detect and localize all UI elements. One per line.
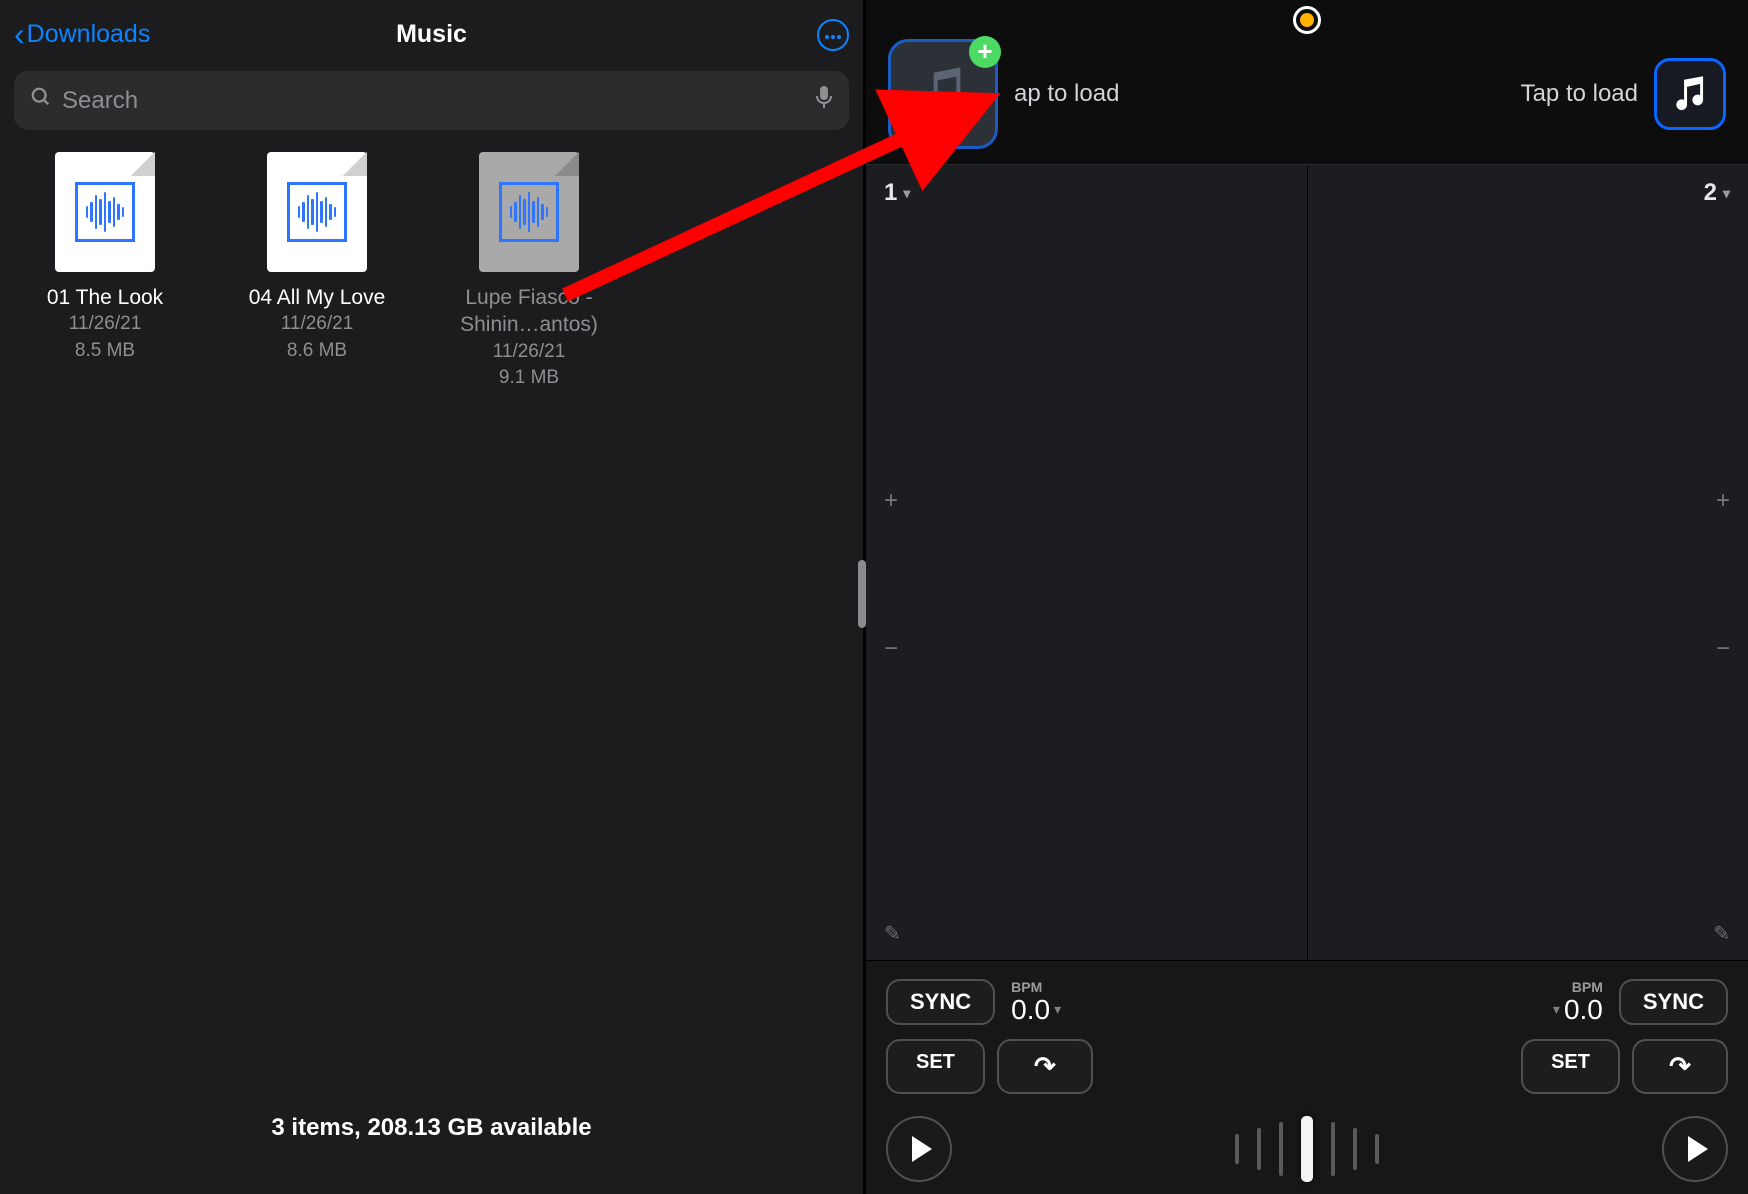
back-label: Downloads: [27, 20, 151, 49]
bpm-block-a[interactable]: BPM 0.0 ▾: [1011, 980, 1061, 1024]
load-side-left: + ap to load: [888, 39, 1119, 149]
set-cue-button-a[interactable]: SET: [886, 1039, 985, 1094]
search-bar[interactable]: [14, 71, 849, 130]
deck-a: 1 ▾ + − ✎: [866, 165, 1308, 960]
play-button-b[interactable]: [1662, 1116, 1728, 1182]
audio-file-icon: [55, 152, 155, 272]
file-name: 01 The Look: [47, 284, 163, 311]
audio-file-icon: [479, 152, 579, 272]
chevron-down-icon: ▾: [903, 185, 910, 202]
chevron-left-icon: ‹: [14, 16, 25, 53]
crossfader-tick: [1235, 1134, 1239, 1164]
pitch-up-button[interactable]: +: [1716, 487, 1730, 515]
chevron-down-icon: ▾: [1054, 1002, 1061, 1017]
sync-button-a[interactable]: SYNC: [886, 979, 995, 1025]
deck-b-load-button[interactable]: [1654, 58, 1726, 130]
reloop-button-b[interactable]: ↷: [1632, 1039, 1728, 1094]
music-note-icon: [1671, 75, 1709, 113]
deck-a-body[interactable]: + − ✎: [866, 221, 1307, 960]
search-input[interactable]: [62, 87, 805, 115]
sync-group-right: BPM ▾ 0.0 SYNC: [1553, 979, 1728, 1025]
controls-footer: SYNC BPM 0.0 ▾ BPM ▾ 0.0 SYNC SET ↷ SET: [866, 961, 1748, 1194]
deck-number: 2: [1704, 179, 1717, 207]
files-grid: 01 The Look 11/26/21 8.5 MB 04 All My Lo…: [0, 152, 863, 392]
file-date: 11/26/21: [281, 311, 354, 338]
pencil-icon[interactable]: ✎: [1713, 921, 1730, 946]
audio-file-icon: [267, 152, 367, 272]
file-name: Lupe Fiasco - Shinin…antos): [444, 284, 614, 339]
record-indicator[interactable]: [1293, 6, 1321, 34]
play-icon: [1688, 1136, 1708, 1162]
files-header: ‹ Downloads Music: [0, 0, 863, 63]
file-date: 11/26/21: [493, 339, 566, 366]
more-button[interactable]: [817, 19, 849, 51]
crossfader-knob[interactable]: [1301, 1116, 1313, 1182]
pencil-icon[interactable]: ✎: [884, 921, 901, 946]
file-name: 04 All My Love: [249, 284, 386, 311]
set-row: SET ↷ SET ↷: [886, 1039, 1728, 1094]
pitch-down-button[interactable]: −: [884, 635, 898, 663]
crossfader[interactable]: [1235, 1116, 1379, 1182]
music-notes-icon: [911, 62, 975, 126]
record-dot-icon: [1300, 13, 1314, 27]
file-item-dragging[interactable]: Lupe Fiasco - Shinin…antos) 11/26/21 9.1…: [444, 152, 614, 392]
split-handle[interactable]: [858, 560, 866, 628]
ellipsis-icon: [823, 26, 842, 44]
plus-badge-icon: +: [969, 36, 1001, 68]
deck-b-body[interactable]: + − ✎: [1308, 221, 1748, 960]
folder-title: Music: [396, 20, 467, 49]
file-size: 8.5 MB: [75, 338, 135, 365]
crossfader-tick: [1375, 1134, 1379, 1164]
file-item[interactable]: 01 The Look 11/26/21 8.5 MB: [20, 152, 190, 392]
dj-panel: + ap to load Tap to load 1 ▾ + − ✎ 2: [866, 0, 1748, 1194]
play-button-a[interactable]: [886, 1116, 952, 1182]
tap-to-load-label-right: Tap to load: [1521, 80, 1638, 108]
reloop-button-a[interactable]: ↷: [997, 1039, 1093, 1094]
files-panel: ‹ Downloads Music 01 The Look 11/26/21 8…: [0, 0, 866, 1194]
back-button[interactable]: ‹ Downloads: [14, 16, 150, 53]
bpm-block-b[interactable]: BPM ▾ 0.0: [1553, 980, 1603, 1024]
crossfader-tick: [1257, 1128, 1261, 1170]
bpm-label: BPM: [1572, 980, 1603, 995]
play-row: [886, 1116, 1728, 1194]
tap-to-load-label-left: ap to load: [1014, 80, 1119, 108]
file-date: 11/26/21: [69, 311, 142, 338]
crossfader-tick: [1353, 1128, 1357, 1170]
file-size: 8.6 MB: [287, 338, 347, 365]
deck-a-header[interactable]: 1 ▾: [866, 165, 1307, 221]
set-group-left: SET ↷: [886, 1039, 1093, 1094]
sync-row: SYNC BPM 0.0 ▾ BPM ▾ 0.0 SYNC: [886, 979, 1728, 1025]
deck-b-header[interactable]: 2 ▾: [1308, 165, 1748, 221]
pitch-down-button[interactable]: −: [1716, 635, 1730, 663]
bpm-value: 0.0: [1564, 995, 1603, 1024]
crossfader-tick: [1279, 1122, 1283, 1176]
redo-icon: ↷: [1669, 1051, 1691, 1081]
sync-group-left: SYNC BPM 0.0 ▾: [886, 979, 1061, 1025]
chevron-down-icon: ▾: [1553, 1002, 1560, 1017]
decks-row: 1 ▾ + − ✎ 2 ▾ + − ✎: [866, 164, 1748, 961]
redo-icon: ↷: [1034, 1051, 1056, 1081]
deck-a-drop-target[interactable]: +: [888, 39, 998, 149]
crossfader-tick: [1331, 1122, 1335, 1176]
set-group-right: SET ↷: [1521, 1039, 1728, 1094]
file-item[interactable]: 04 All My Love 11/26/21 8.6 MB: [232, 152, 402, 392]
pitch-up-button[interactable]: +: [884, 487, 898, 515]
mic-icon[interactable]: [815, 85, 833, 116]
bpm-label: BPM: [1011, 980, 1042, 995]
search-icon: [30, 86, 52, 115]
file-size: 9.1 MB: [499, 365, 559, 392]
deck-b: 2 ▾ + − ✎: [1308, 165, 1748, 960]
set-cue-button-b[interactable]: SET: [1521, 1039, 1620, 1094]
deck-number: 1: [884, 179, 897, 207]
play-icon: [912, 1136, 932, 1162]
sync-button-b[interactable]: SYNC: [1619, 979, 1728, 1025]
files-footer-status: 3 items, 208.13 GB available: [0, 1066, 863, 1194]
load-side-right: Tap to load: [1521, 58, 1726, 130]
bpm-value: 0.0: [1011, 995, 1050, 1024]
chevron-down-icon: ▾: [1723, 185, 1730, 202]
